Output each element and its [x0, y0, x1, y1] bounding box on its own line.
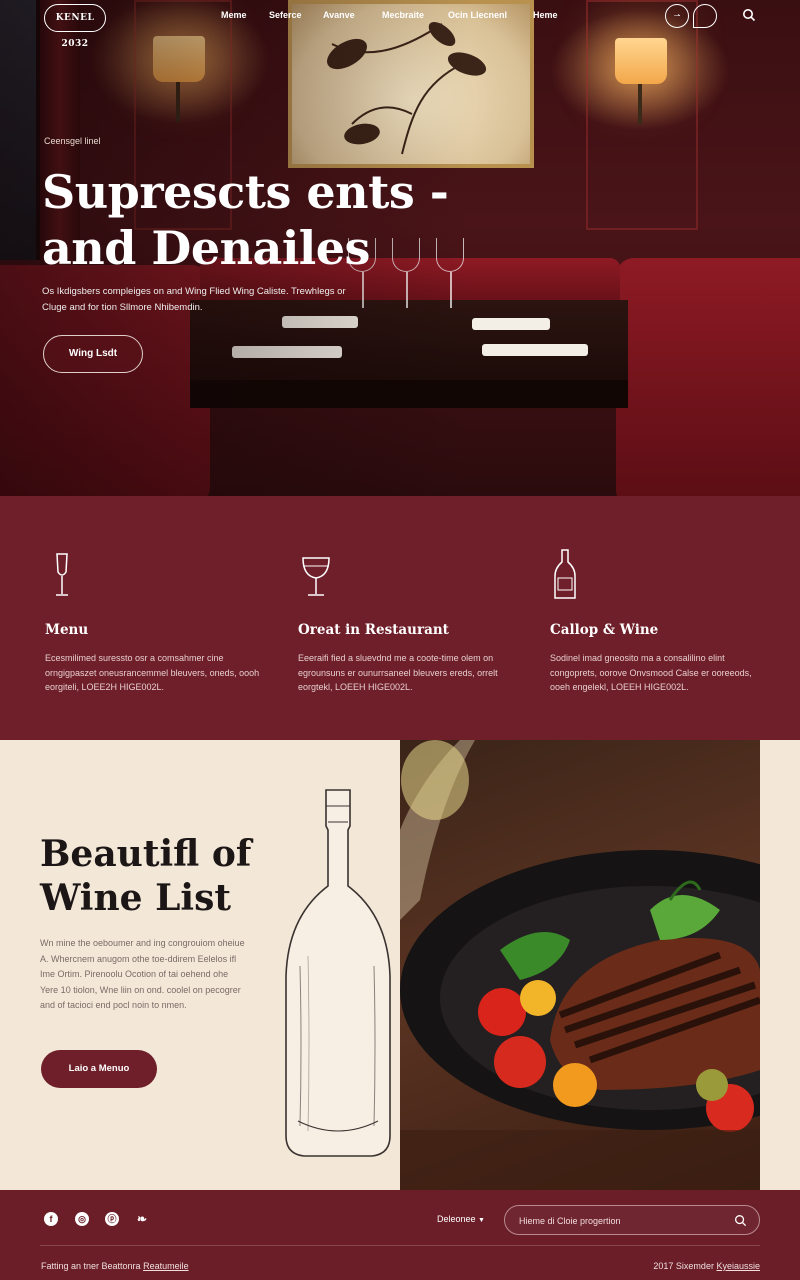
section-margin	[760, 740, 800, 1190]
language-dropdown[interactable]: Deleonee ▼	[437, 1214, 485, 1224]
hero-title-line1: Suprescts ents -	[42, 165, 449, 219]
logo[interactable]: KENEL 2032	[44, 4, 106, 49]
wine-list-section: Beautifl of Wine List Wn mine the oeboum…	[0, 740, 800, 1190]
wine-title-line1: Beautifl of	[40, 833, 252, 875]
newsletter-input[interactable]	[517, 1212, 717, 1230]
hero-section: KENEL 2032 Meme Seferce Avanve Mecbraite…	[0, 0, 800, 496]
search-icon[interactable]	[734, 1214, 747, 1227]
wine-title-line2: Wine List	[40, 877, 231, 919]
wall-panel	[586, 0, 698, 230]
footer-divider	[40, 1245, 760, 1246]
feature-text: Eeeraifi fied a sluevdnd me a coote-time…	[298, 653, 498, 692]
footer-copyright-link[interactable]: Kyeiaussie	[716, 1261, 760, 1271]
napkin	[482, 344, 588, 356]
nav-item-ocin-llecnenl[interactable]: Ocin Llecnenl	[448, 10, 507, 20]
hero-title-line2: and Denailes	[42, 221, 370, 275]
tripadvisor-icon[interactable]: ❧	[135, 1212, 149, 1226]
feature-title: Oreat in Restaurant	[298, 622, 449, 638]
sconce-arm	[638, 84, 642, 124]
instagram-icon[interactable]: ◎	[75, 1212, 89, 1226]
food-photo	[400, 740, 760, 1190]
language-label: Deleonee	[437, 1214, 476, 1224]
wine-list-button[interactable]: Wing Lsdt	[43, 335, 143, 373]
footer-credits-text: Fatting an tner Beattonra	[41, 1261, 141, 1271]
feature-text: Sodinel imad gneosito ma a consalilino e…	[550, 653, 752, 692]
footer: f ◎ ⓟ ❧ Deleonee ▼ Fatting an tner Beatt…	[0, 1190, 800, 1280]
wine-flute-icon	[56, 553, 68, 596]
wall-sconce	[615, 38, 667, 84]
napkin	[472, 318, 550, 330]
nav-item-heme[interactable]: Heme	[533, 10, 558, 20]
booth-seat-right	[616, 258, 800, 496]
facebook-icon[interactable]: f	[44, 1212, 58, 1226]
hero-subtitle: Os Ikdigsbers compleiges on and Wing Fli…	[42, 286, 346, 313]
hero-eyebrow: Ceensgel linel	[44, 136, 101, 146]
hero-title: Suprescts ents - and Denailes	[42, 164, 462, 276]
location-icon[interactable]	[693, 4, 717, 28]
wine-list-text: Wn mine the oeboumer and ing congrouiom …	[40, 938, 245, 1010]
nav-item-seferce[interactable]: Seferce	[269, 10, 302, 20]
search-icon[interactable]	[742, 8, 756, 22]
footer-copyright-text: 2017 Sixemder	[653, 1261, 714, 1271]
account-icon[interactable]: ⇀	[665, 4, 689, 28]
pinterest-icon[interactable]: ⓟ	[105, 1212, 119, 1226]
feature-text: Ecesmilimed suressto osr a comsahmer cin…	[45, 653, 260, 692]
footer-credits-link[interactable]: Reatumeile	[143, 1261, 189, 1271]
menu-button[interactable]: Laio a Menuo	[41, 1050, 157, 1088]
footer-copyright: 2017 Sixemder Kyeiaussie	[653, 1261, 760, 1271]
wine-bottle-illustration	[285, 789, 391, 1157]
nav-item-avanve[interactable]: Avanve	[323, 10, 355, 20]
newsletter-form	[504, 1205, 760, 1235]
nav-item-meme[interactable]: Meme	[221, 10, 247, 20]
wine-bottle-icon	[554, 549, 576, 599]
feature-title: Callop & Wine	[550, 622, 659, 638]
footer-credits: Fatting an tner Beattonra Reatumeile	[41, 1261, 189, 1271]
wine-glass-icon	[302, 557, 330, 596]
features-section: Menu Ecesmilimed suressto osr a comsahme…	[0, 496, 800, 740]
nav-item-mecbraite[interactable]: Mecbraite	[382, 10, 424, 20]
feature-title: Menu	[45, 622, 89, 638]
wine-list-title: Beautifl of Wine List	[40, 832, 290, 920]
chevron-down-icon: ▼	[478, 1217, 485, 1224]
top-nav: KENEL 2032 Meme Seferce Avanve Mecbraite…	[0, 0, 800, 49]
